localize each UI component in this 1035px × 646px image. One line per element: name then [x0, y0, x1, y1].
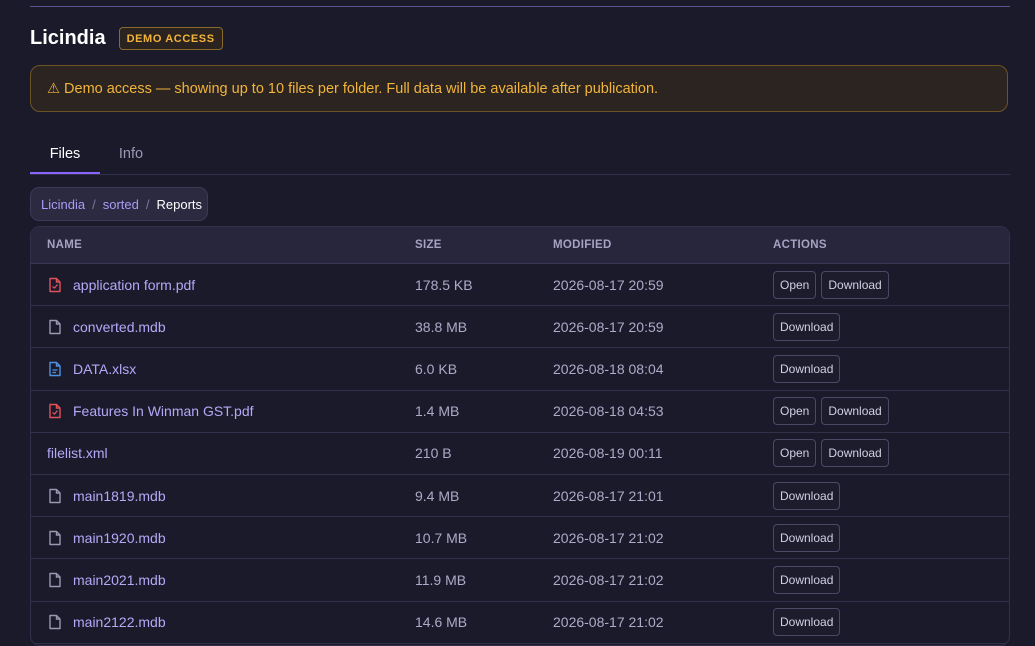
file-actions: Download — [773, 602, 845, 643]
download-button[interactable]: Download — [773, 523, 841, 552]
download-button[interactable]: Download — [773, 481, 841, 510]
breadcrumb: Licindia / sorted / Reports — [30, 187, 208, 221]
demo-access-badge: DEMO ACCESS — [118, 27, 223, 50]
breadcrumb-separator: / — [92, 196, 96, 212]
table-row: main1819.mdb 9.4 MB 2026-08-17 21:01 Downlo… — [31, 475, 1009, 518]
file-size: 10.7 MB — [415, 529, 468, 546]
download-button[interactable]: Download — [773, 608, 841, 637]
file-modified: 2026-08-18 04:53 — [553, 403, 664, 420]
file-modified: 2026-08-17 21:02 — [553, 571, 664, 588]
table-row: main2122.mdb 14.6 MB 2026-08-17 21:02 Downl… — [31, 602, 1009, 644]
file-modified: 2026-08-17 21:02 — [553, 529, 664, 546]
column-actions-header: ACTIONS — [773, 239, 827, 251]
open-button[interactable]: Open — [773, 439, 817, 468]
file-size: 178.5 KB — [415, 276, 473, 293]
download-button[interactable]: Download — [821, 397, 889, 426]
download-button[interactable]: Download — [821, 439, 889, 468]
file-icon — [47, 572, 63, 588]
file-icon — [47, 488, 63, 504]
tab-info[interactable]: Info — [112, 140, 150, 174]
file-actions: Open Download — [773, 264, 894, 305]
file-name-cell[interactable]: converted.mdb — [47, 306, 166, 347]
file-icon — [47, 319, 63, 335]
open-button[interactable]: Open — [773, 397, 817, 426]
tab-files[interactable]: Files — [30, 140, 100, 174]
breadcrumb-separator: / — [145, 196, 150, 212]
file-size: 1.4 MB — [415, 403, 460, 420]
file-actions: Open Download — [773, 433, 894, 474]
file-name-cell[interactable]: application form.pdf — [47, 264, 195, 305]
page-header: Licindia DEMO ACCESS — [30, 27, 223, 50]
file-name-cell[interactable]: main1920.mdb — [47, 517, 166, 558]
file-name[interactable]: Features In Winman GST.pdf — [73, 403, 254, 419]
table-row: Features In Winman GST.pdf 1.4 MB 2026-08-… — [31, 391, 1009, 433]
file-actions: Open Download — [773, 391, 894, 432]
top-divider — [30, 6, 1010, 7]
download-button[interactable]: Download — [821, 270, 889, 299]
demo-warning-alert: ⚠ Demo access — showing up to 10 files p… — [30, 65, 1008, 112]
file-name-cell[interactable]: Features In Winman GST.pdf — [47, 391, 254, 432]
pdf-icon — [47, 277, 63, 293]
file-name-cell[interactable]: DATA.xlsx — [47, 348, 136, 389]
table-row: filelist.xml 210 B 2026-08-19 00:11 Open Dow… — [31, 433, 1009, 475]
file-name[interactable]: main2021.mdb — [73, 572, 166, 588]
file-size: 11.9 MB — [415, 571, 467, 588]
page-title: Licindia — [30, 27, 106, 49]
table-row: DATA.xlsx 6.0 KB 2026-08-18 08:04 Download — [31, 348, 1009, 391]
table-row: main2021.mdb 11.9 MB 2026-08-17 21:02 Downl… — [31, 559, 1009, 602]
open-button[interactable]: Open — [773, 270, 817, 299]
table-row: converted.mdb 38.8 MB 2026-08-17 20:59 Down… — [31, 306, 1009, 349]
file-name-cell[interactable]: main2021.mdb — [47, 559, 166, 600]
download-button[interactable]: Download — [773, 312, 841, 341]
column-size-header: SIZE — [415, 239, 442, 251]
file-modified: 2026-08-19 00:11 — [553, 445, 663, 462]
file-modified: 2026-08-17 20:59 — [553, 318, 664, 335]
download-button[interactable]: Download — [773, 354, 841, 383]
file-name[interactable]: DATA.xlsx — [73, 361, 136, 377]
file-size: 38.8 MB — [415, 318, 468, 335]
file-name-cell[interactable]: main1819.mdb — [47, 475, 166, 516]
file-size: 9.4 MB — [415, 487, 460, 504]
table-body: application form.pdf 178.5 KB 2026-08-17 2… — [31, 264, 1009, 644]
file-modified: 2026-08-18 08:04 — [553, 360, 664, 377]
tab-bar: Files Info — [30, 140, 1010, 175]
file-actions: Download — [773, 348, 845, 389]
file-icon — [47, 530, 63, 546]
file-name[interactable]: main1920.mdb — [73, 530, 166, 546]
file-name[interactable]: application form.pdf — [73, 277, 195, 293]
file-size: 14.6 MB — [415, 614, 468, 631]
file-actions: Download — [773, 517, 845, 558]
file-modified: 2026-08-17 21:01 — [553, 487, 664, 504]
file-name-cell[interactable]: main2122.mdb — [47, 602, 166, 643]
file-name[interactable]: filelist.xml — [47, 445, 108, 461]
table-row: application form.pdf 178.5 KB 2026-08-17 2… — [31, 264, 1009, 307]
column-modified-header: MODIFIED — [553, 239, 612, 251]
file-name[interactable]: main2122.mdb — [73, 614, 166, 630]
download-button[interactable]: Download — [773, 565, 841, 594]
file-actions: Download — [773, 306, 845, 347]
file-icon — [47, 614, 63, 630]
file-size: 6.0 KB — [415, 360, 458, 377]
files-table: NAME SIZE MODIFIED ACTIONS application f… — [30, 226, 1010, 646]
file-modified: 2026-08-17 20:59 — [553, 276, 664, 293]
breadcrumb-reports: Reports — [156, 196, 203, 212]
file-size: 210 B — [415, 445, 452, 462]
table-row: main1920.mdb 10.7 MB 2026-08-17 21:02 Downl… — [31, 517, 1009, 560]
pdf-icon — [47, 403, 63, 419]
file-actions: Download — [773, 559, 845, 600]
file-name[interactable]: main1819.mdb — [73, 488, 166, 504]
file-name[interactable]: converted.mdb — [73, 319, 166, 335]
file-name-cell[interactable]: filelist.xml — [47, 433, 108, 474]
breadcrumb-sorted[interactable]: sorted — [103, 197, 139, 212]
column-name-header: NAME — [47, 239, 83, 251]
alert-text: ⚠ Demo access — showing up to 10 files p… — [47, 80, 659, 97]
file-modified: 2026-08-17 21:02 — [553, 614, 664, 631]
table-header: NAME SIZE MODIFIED ACTIONS — [31, 227, 1009, 264]
file-actions: Download — [773, 475, 845, 516]
spreadsheet-icon — [47, 361, 63, 377]
breadcrumb-licindia[interactable]: Licindia — [41, 197, 85, 212]
